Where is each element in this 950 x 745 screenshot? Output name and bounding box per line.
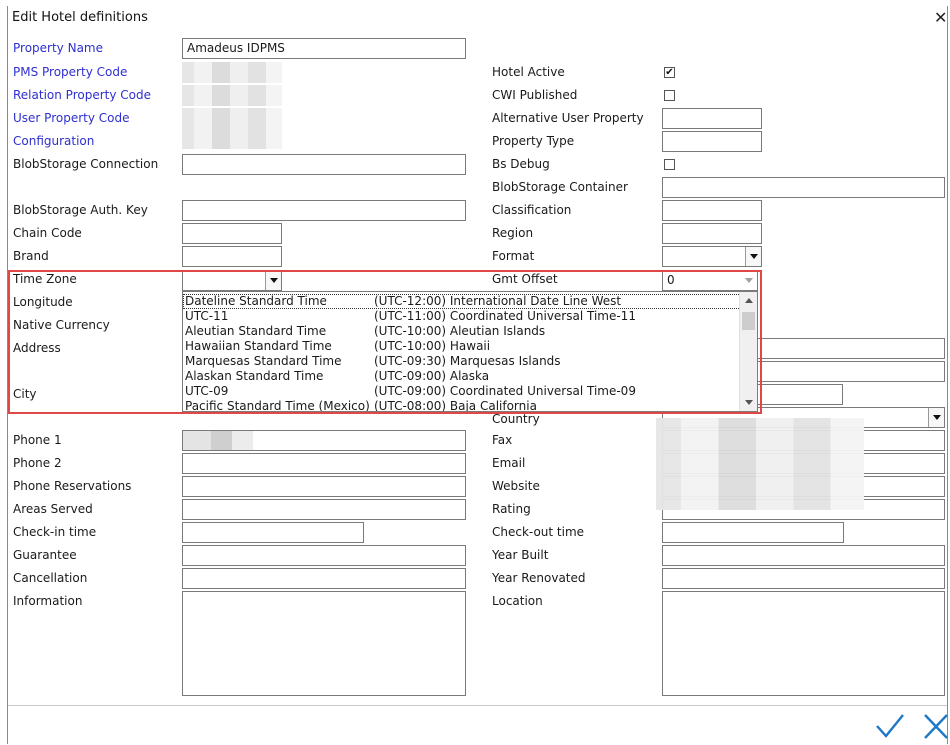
label-guarantee: Guarantee (13, 548, 77, 562)
location-textarea[interactable] (662, 591, 945, 696)
user-property-code-input[interactable] (182, 108, 282, 129)
blob-auth-key-input[interactable] (182, 200, 466, 221)
address-right-input[interactable] (740, 338, 945, 359)
label-blob-auth-key: BlobStorage Auth. Key (13, 203, 148, 217)
classification-input[interactable] (662, 200, 762, 221)
label-email: Email (492, 456, 526, 470)
label-year-built: Year Built (492, 548, 549, 562)
label-brand: Brand (13, 249, 49, 263)
bs-debug-checkbox[interactable] (664, 159, 675, 170)
phone-reservations-input[interactable] (182, 476, 466, 497)
label-chain-code: Chain Code (13, 226, 82, 240)
label-hotel-active: Hotel Active (492, 65, 565, 79)
label-phone-reservations: Phone Reservations (13, 479, 132, 493)
format-dropdown[interactable] (662, 246, 762, 267)
label-relation-property-code: Relation Property Code (13, 88, 151, 102)
label-classification: Classification (492, 203, 572, 217)
label-phone2: Phone 2 (13, 456, 62, 470)
label-property-name: Property Name (13, 41, 103, 55)
pms-property-code-input[interactable] (182, 62, 282, 83)
label-pms-property-code: PMS Property Code (13, 65, 128, 79)
close-icon[interactable]: ✕ (934, 8, 947, 27)
relation-property-code-input[interactable] (182, 85, 282, 106)
label-checkout-time: Check-out time (492, 525, 585, 539)
label-website: Website (492, 479, 540, 493)
checkmark-icon[interactable] (874, 712, 906, 740)
cwi-published-checkbox[interactable] (664, 90, 675, 101)
checkin-time-input[interactable] (182, 522, 364, 543)
label-country: Country (492, 412, 540, 426)
blob-connection-input[interactable] (182, 154, 466, 175)
label-bs-debug: Bs Debug (492, 157, 550, 171)
label-alt-user-property: Alternative User Property (492, 111, 644, 125)
redacted-region (656, 418, 864, 510)
hotel-active-checkbox[interactable]: ✔ (664, 67, 675, 78)
cancel-x-icon[interactable] (921, 712, 949, 740)
region-input[interactable] (662, 223, 762, 244)
year-renovated-input[interactable] (662, 568, 945, 589)
label-year-renovated: Year Renovated (492, 571, 586, 585)
areas-served-input[interactable] (182, 499, 466, 520)
brand-input[interactable] (182, 246, 282, 267)
label-phone1: Phone 1 (13, 433, 62, 447)
chevron-down-icon[interactable] (928, 408, 944, 427)
label-blob-connection: BlobStorage Connection (13, 157, 159, 171)
top-cropped-strip (0, 0, 950, 3)
footer-divider (8, 705, 947, 706)
year-built-input[interactable] (662, 545, 945, 566)
checkout-time-input[interactable] (662, 522, 844, 543)
window-title: Edit Hotel definitions (12, 10, 148, 25)
label-checkin-time: Check-in time (13, 525, 97, 539)
information-textarea[interactable] (182, 591, 466, 696)
red-highlight-annotation (8, 270, 762, 414)
label-cancellation: Cancellation (13, 571, 88, 585)
address-right-input-2[interactable] (740, 361, 945, 382)
label-region: Region (492, 226, 534, 240)
label-blob-container: BlobStorage Container (492, 180, 628, 194)
chain-code-input[interactable] (182, 223, 282, 244)
label-areas-served: Areas Served (13, 502, 93, 516)
configuration-dropdown[interactable] (182, 128, 282, 149)
property-type-input[interactable] (662, 131, 762, 152)
phone2-input[interactable] (182, 453, 466, 474)
guarantee-input[interactable] (182, 545, 466, 566)
alt-user-property-input[interactable] (662, 108, 762, 129)
blob-container-input[interactable] (662, 177, 945, 198)
label-information: Information (13, 594, 83, 608)
label-user-property-code: User Property Code (13, 111, 130, 125)
label-rating: Rating (492, 502, 531, 516)
cancellation-input[interactable] (182, 568, 466, 589)
label-property-type: Property Type (492, 134, 575, 148)
chevron-down-icon[interactable] (745, 247, 761, 266)
label-format: Format (492, 249, 535, 263)
label-fax: Fax (492, 433, 513, 447)
label-cwi-published: CWI Published (492, 88, 578, 102)
phone1-input[interactable] (182, 430, 466, 451)
label-location: Location (492, 594, 543, 608)
label-configuration: Configuration (13, 134, 95, 148)
property-name-input[interactable]: Amadeus IDPMS (182, 38, 466, 59)
